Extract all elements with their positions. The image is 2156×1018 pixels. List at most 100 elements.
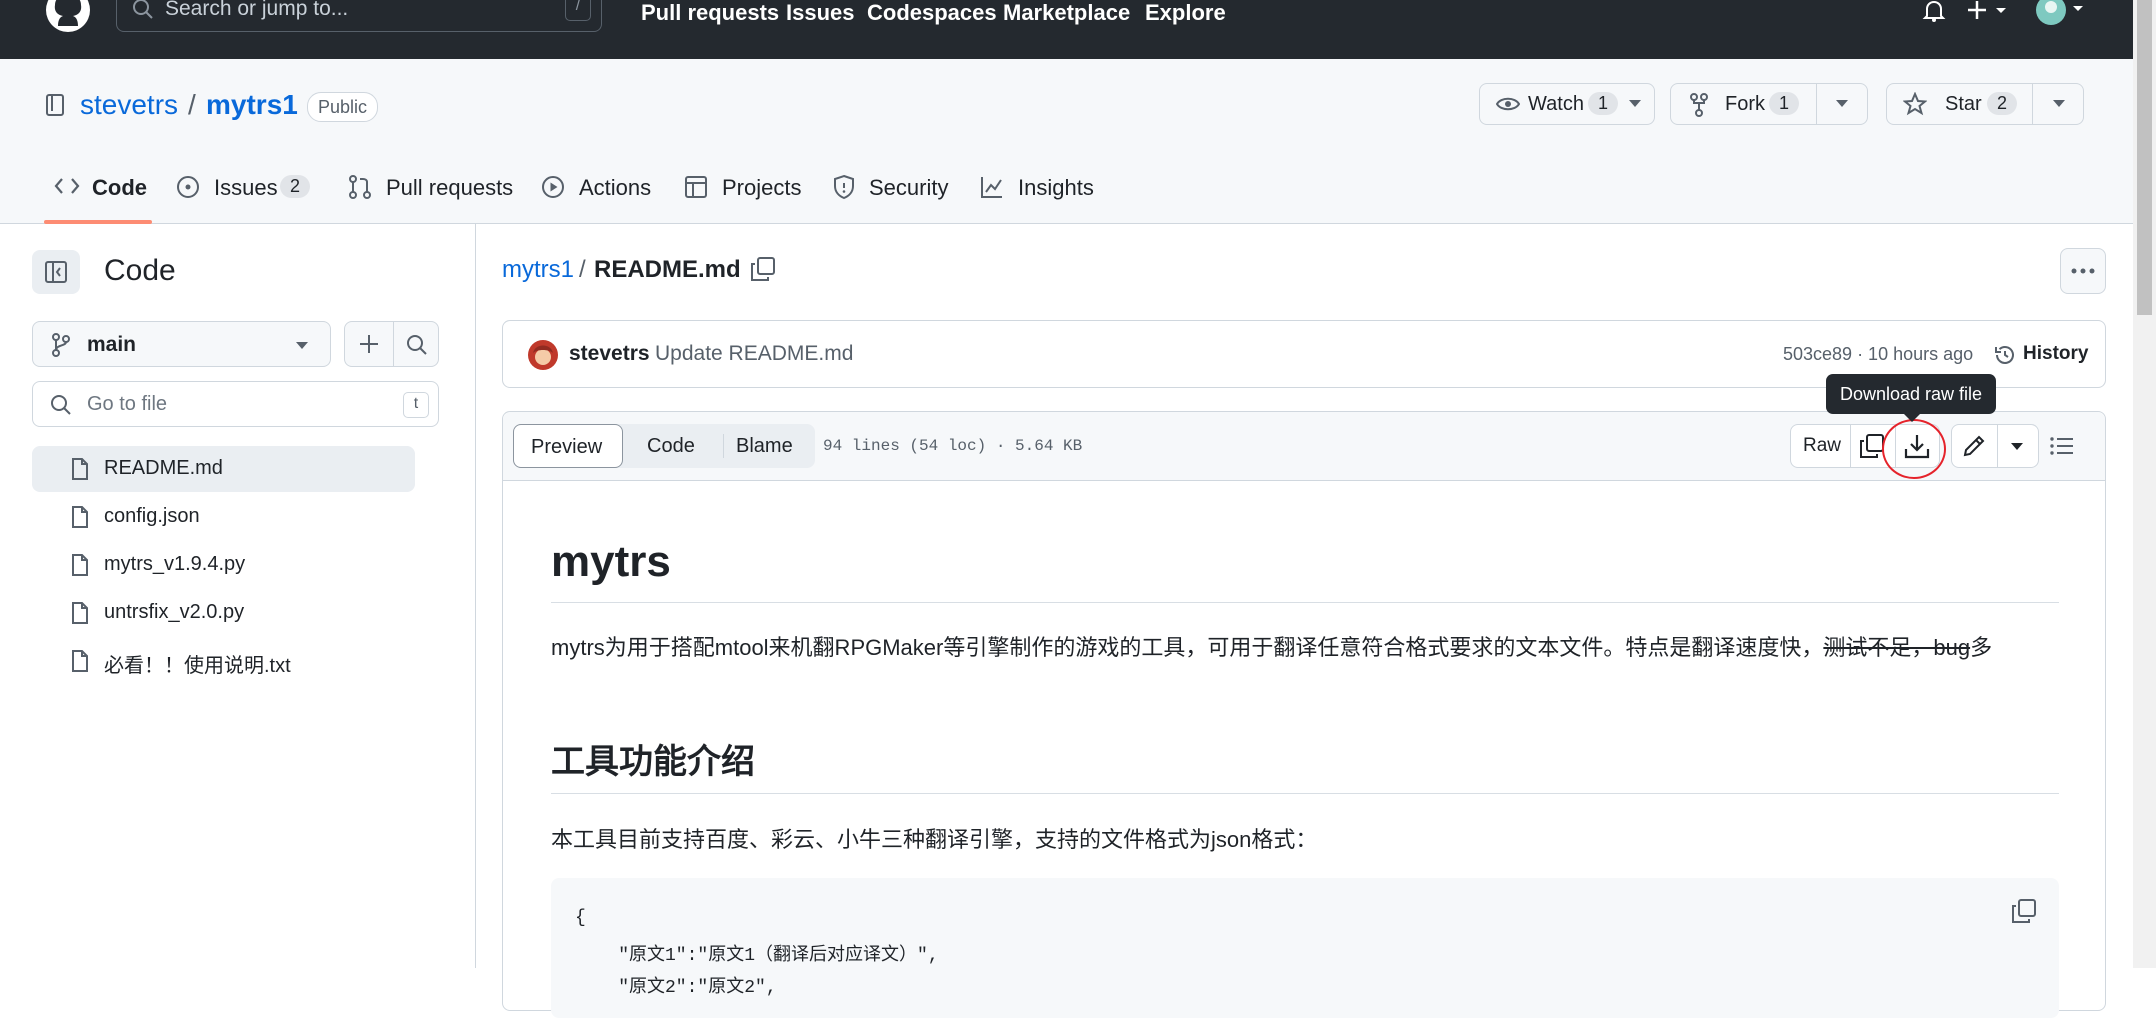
file-name: config.json bbox=[104, 505, 200, 527]
file-tree-item-config[interactable]: config.json bbox=[32, 494, 415, 540]
github-logo-icon[interactable] bbox=[44, 0, 92, 34]
star-count: 2 bbox=[1987, 92, 2018, 115]
tab-projects-label: Projects bbox=[722, 175, 802, 200]
tab-security-label: Security bbox=[869, 175, 949, 200]
search-icon bbox=[49, 393, 73, 417]
add-file-button[interactable] bbox=[344, 321, 394, 367]
breadcrumb-repo-link[interactable]: mytrs1 bbox=[502, 256, 574, 284]
file-icon bbox=[70, 505, 90, 529]
nav-pull-requests[interactable]: Pull requests bbox=[641, 0, 779, 26]
nav-codespaces[interactable]: Codespaces bbox=[867, 0, 997, 26]
chevron-down-icon bbox=[1835, 99, 1849, 109]
heading-rule bbox=[551, 793, 2059, 794]
history-link[interactable]: History bbox=[2023, 343, 2088, 365]
create-new-plus-icon[interactable] bbox=[1966, 0, 2012, 24]
file-viewer: Preview Code Blame 94 lines (54 loc) · 5… bbox=[502, 411, 2106, 1018]
nav-marketplace[interactable]: Marketplace bbox=[1003, 0, 1130, 26]
watch-button[interactable]: Watch 1 bbox=[1479, 83, 1655, 125]
code-line: { bbox=[575, 908, 586, 928]
chevron-down-icon[interactable] bbox=[2010, 442, 2024, 452]
shield-icon bbox=[833, 174, 855, 200]
readme-heading-2: 工具功能介绍 bbox=[551, 743, 755, 781]
copy-code-icon[interactable] bbox=[2011, 898, 2037, 924]
star-button[interactable]: Star 2 bbox=[1886, 83, 2084, 125]
nav-explore[interactable]: Explore bbox=[1145, 0, 1226, 26]
download-tooltip: Download raw file bbox=[1826, 374, 1996, 422]
tab-issues-label: Issues bbox=[214, 175, 278, 200]
project-table-icon bbox=[684, 175, 708, 199]
branch-selector[interactable]: main bbox=[32, 321, 331, 367]
play-circle-icon bbox=[541, 175, 565, 199]
code-block: { "原文1":"原文1（翻译后对应译文）", "原文2":"原文2", bbox=[551, 878, 2059, 1018]
file-tree-sidebar: Code main Go to file t README.md config.… bbox=[0, 224, 476, 968]
watch-label: Watch bbox=[1528, 93, 1584, 115]
file-name: README.md bbox=[104, 457, 223, 479]
search-icon bbox=[131, 0, 155, 21]
tab-security[interactable]: Security bbox=[833, 160, 955, 220]
search-input[interactable]: Search or jump to... / bbox=[116, 0, 602, 32]
heading-rule bbox=[551, 602, 2059, 603]
go-to-file-input[interactable]: Go to file t bbox=[32, 381, 439, 427]
readme-heading-1: mytrs bbox=[551, 537, 671, 586]
tab-issues[interactable]: Issues 2 bbox=[176, 160, 314, 220]
commit-meta[interactable]: 503ce89 · 10 hours ago bbox=[1783, 344, 1973, 365]
tab-preview-label: Preview bbox=[531, 436, 603, 458]
raw-button[interactable]: Raw bbox=[1803, 435, 1841, 457]
file-icon bbox=[70, 649, 90, 673]
edit-group-divider bbox=[1997, 424, 1998, 468]
search-shortcut-key: / bbox=[565, 0, 591, 21]
breadcrumb-file-name: README.md bbox=[594, 256, 741, 283]
commit-message[interactable]: Update README.md bbox=[655, 342, 853, 366]
tab-code-label: Code bbox=[92, 175, 147, 200]
file-tree-item-instructions-txt[interactable]: 必看！！使用说明.txt bbox=[32, 638, 415, 684]
file-icon bbox=[70, 457, 90, 481]
repo-owner-link[interactable]: stevetrs bbox=[80, 89, 178, 121]
global-header: Search or jump to... / Pull requests Iss… bbox=[0, 0, 2133, 59]
avatar[interactable] bbox=[527, 339, 559, 371]
repo-icon bbox=[44, 93, 66, 119]
more-options-button[interactable] bbox=[2060, 248, 2106, 294]
issues-count: 2 bbox=[280, 175, 311, 198]
outline-list-icon[interactable] bbox=[2049, 434, 2075, 458]
nav-issues[interactable]: Issues bbox=[786, 0, 855, 26]
code-brackets-icon bbox=[54, 176, 80, 196]
search-placeholder: Search or jump to... bbox=[165, 0, 349, 20]
file-tree-item-readme[interactable]: README.md bbox=[32, 446, 415, 492]
user-avatar-menu[interactable] bbox=[2035, 0, 2091, 28]
tab-actions[interactable]: Actions bbox=[541, 160, 651, 220]
tab-projects[interactable]: Projects bbox=[684, 160, 802, 220]
tab-preview[interactable]: Preview bbox=[513, 424, 623, 468]
paragraph-tail: 多 bbox=[1970, 635, 1993, 660]
fork-icon bbox=[1689, 93, 1709, 117]
search-files-button[interactable] bbox=[393, 321, 439, 367]
repo-name-link[interactable]: mytrs1 bbox=[206, 89, 298, 121]
tab-pull-requests[interactable]: Pull requests bbox=[348, 160, 513, 220]
tab-blame[interactable]: Blame bbox=[736, 435, 793, 458]
notifications-bell-icon[interactable] bbox=[1921, 0, 1947, 24]
scrollbar-thumb[interactable] bbox=[2137, 0, 2152, 315]
file-tree-item-mytrs-py[interactable]: mytrs_v1.9.4.py bbox=[32, 542, 415, 588]
copy-path-icon[interactable] bbox=[750, 256, 776, 282]
commit-author[interactable]: stevetrs bbox=[569, 342, 650, 366]
git-branch-icon bbox=[51, 333, 71, 357]
file-icon bbox=[70, 553, 90, 577]
breadcrumb-separator: / bbox=[579, 256, 586, 283]
fork-button[interactable]: Fork 1 bbox=[1670, 83, 1868, 125]
tab-insights[interactable]: Insights bbox=[980, 160, 1096, 220]
tab-code[interactable]: Code bbox=[44, 160, 152, 224]
tab-pull-requests-label: Pull requests bbox=[386, 175, 514, 200]
tab-code-view[interactable]: Code bbox=[647, 435, 695, 458]
pencil-icon[interactable] bbox=[1961, 433, 1987, 459]
history-clock-icon bbox=[1993, 343, 2017, 367]
fork-label: Fork bbox=[1725, 93, 1765, 115]
collapse-sidebar-button[interactable] bbox=[32, 250, 80, 294]
tab-actions-label: Actions bbox=[579, 175, 652, 200]
eye-icon bbox=[1496, 94, 1520, 114]
chevron-down-icon bbox=[295, 341, 309, 351]
kebab-horizontal-icon bbox=[2071, 267, 2095, 275]
star-icon bbox=[1903, 92, 1927, 116]
plus-icon bbox=[358, 333, 380, 355]
paragraph-text: mytrs为用于搭配mtool来机翻RPGMaker等引擎制作的游戏的工具，可用… bbox=[551, 635, 1824, 660]
branch-name: main bbox=[87, 333, 137, 356]
file-tree-item-untrsfix-py[interactable]: untrsfix_v2.0.py bbox=[32, 590, 415, 636]
